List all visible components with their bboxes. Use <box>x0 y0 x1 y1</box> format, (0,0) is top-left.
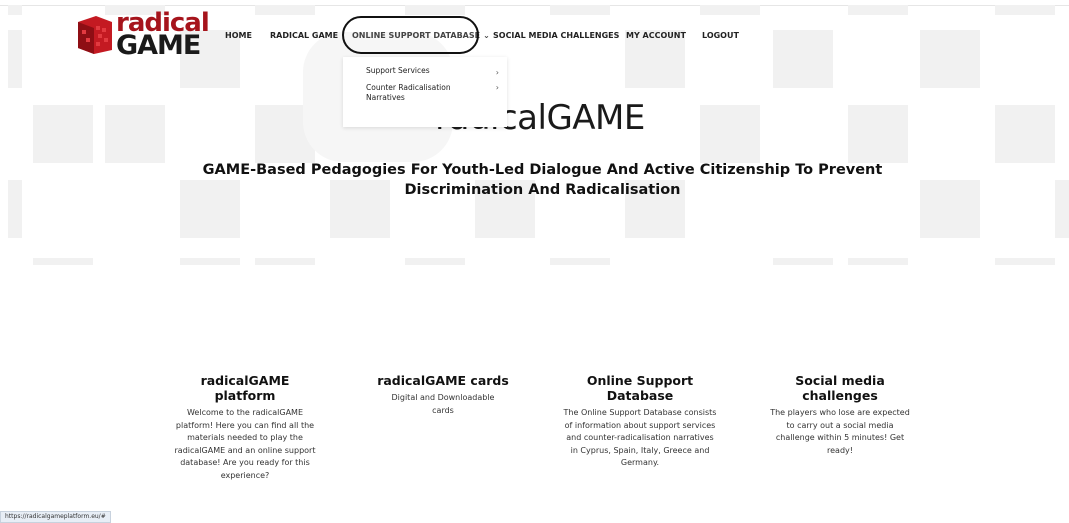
card-online-support: Online Support Database The Online Suppo… <box>562 373 718 470</box>
dropdown-item-label: Counter Radicalisation Narratives <box>366 83 451 102</box>
card-platform: radicalGAME platform Welcome to the radi… <box>172 373 318 483</box>
chevron-down-icon: ⌄ <box>483 31 490 40</box>
card-text: Welcome to the radicalGAME platform! Her… <box>174 408 316 480</box>
nav-my-account[interactable]: MY ACCOUNT <box>626 31 686 40</box>
nav-social-media-challenges[interactable]: SOCIAL MEDIA CHALLENGES <box>493 31 619 40</box>
card-title: radicalGAME platform <box>200 373 290 403</box>
nav-logout[interactable]: LOGOUT <box>702 31 739 40</box>
dropdown-item-counter-radicalisation[interactable]: Counter Radicalisation Narratives <box>366 83 476 103</box>
card-title: Social media challenges <box>795 373 885 403</box>
dropdown-item-label: Support Services <box>366 66 430 75</box>
card-title: radicalGAME cards <box>377 373 509 388</box>
logo-mark-icon <box>78 16 112 54</box>
card-text: The players who lose are expected to car… <box>770 408 910 455</box>
hero-subtitle: GAME-Based Pedagogies For Youth-Led Dial… <box>202 162 883 198</box>
nav-focus-ring <box>342 16 479 54</box>
card-text: Digital and Downloadable cards <box>391 393 495 415</box>
nav-radical-game[interactable]: RADICAL GAME <box>270 31 338 40</box>
dropdown-item-support-services[interactable]: Support Services <box>366 66 476 76</box>
logo-text-game: GAME <box>116 30 201 61</box>
card-social-media: Social media challenges The players who … <box>770 373 910 457</box>
card-text: The Online Support Database consists of … <box>563 408 717 468</box>
status-bar-url: https://radicalgameplatform.eu/# <box>0 511 111 523</box>
card-title: Online Support Database <box>586 373 694 403</box>
support-database-dropdown: Support Services › Counter Radicalisatio… <box>343 57 507 127</box>
nav-home[interactable]: HOME <box>225 31 252 40</box>
chevron-right-icon: › <box>495 83 499 92</box>
card-cards: radicalGAME cards Digital and Downloadab… <box>377 373 509 417</box>
chevron-right-icon: › <box>495 68 499 77</box>
site-logo[interactable]: radical GAME <box>74 8 210 61</box>
